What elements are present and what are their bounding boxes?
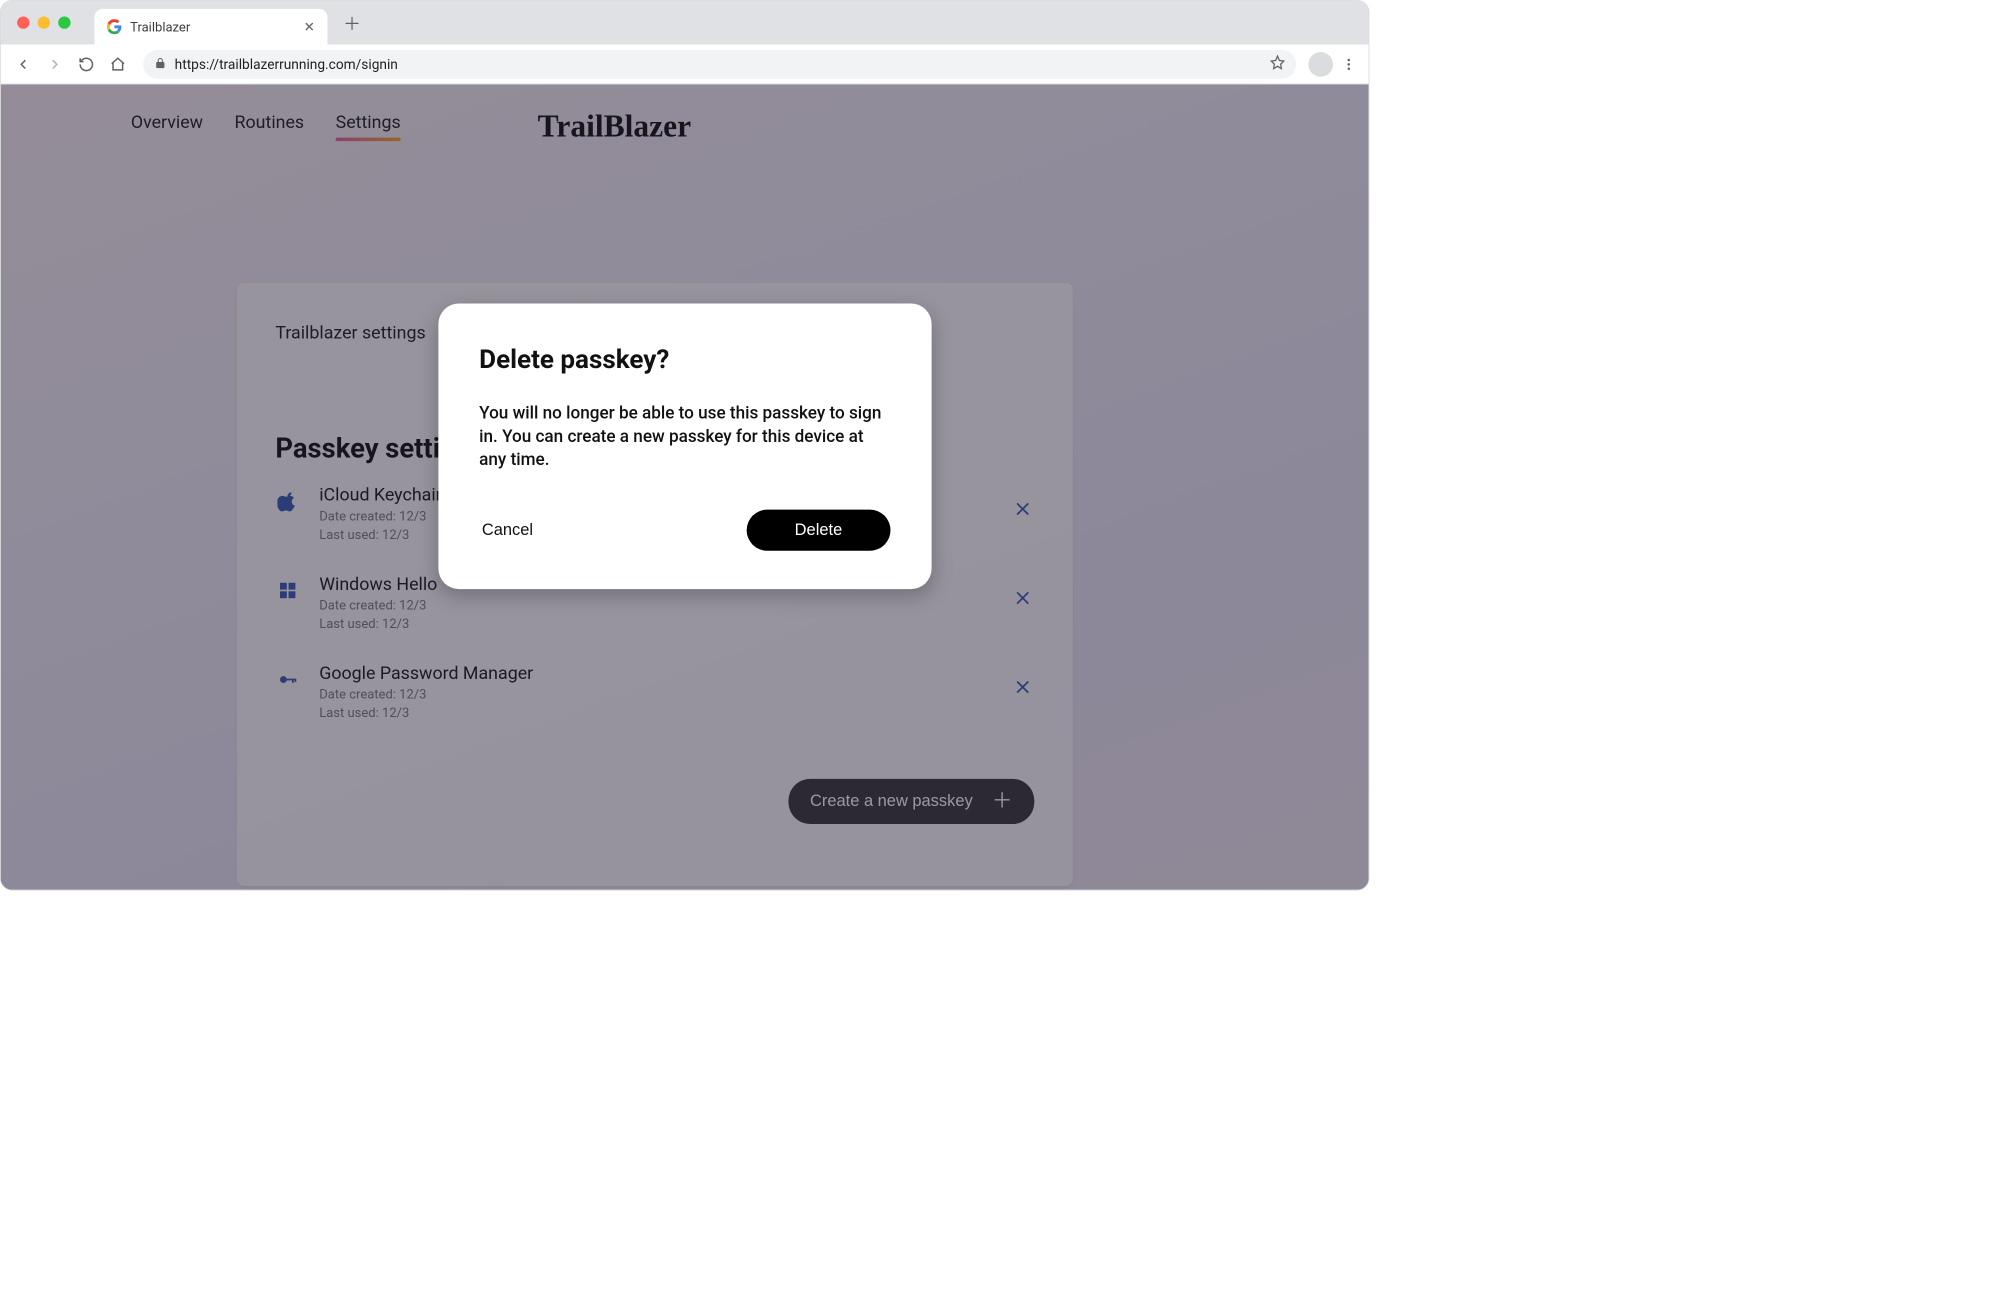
window-controls (17, 16, 70, 28)
browser-window: Trailblazer ✕ ＋ https://trailblazerrunni… (0, 0, 1369, 891)
cancel-button[interactable]: Cancel (479, 514, 536, 547)
fullscreen-window-button[interactable] (58, 16, 70, 28)
profile-avatar[interactable] (1308, 52, 1333, 77)
url-text: https://trailblazerrunning.com/signin (175, 56, 1262, 72)
tab-title: Trailblazer (130, 19, 295, 35)
minimize-window-button[interactable] (38, 16, 50, 28)
lock-icon (154, 56, 166, 72)
modal-actions: Cancel Delete (479, 510, 890, 551)
modal-overlay[interactable]: Delete passkey? You will no longer be ab… (1, 84, 1369, 890)
delete-passkey-modal: Delete passkey? You will no longer be ab… (438, 303, 931, 589)
back-button[interactable] (10, 51, 36, 77)
new-tab-button[interactable]: ＋ (338, 9, 365, 36)
modal-title: Delete passkey? (479, 345, 890, 375)
home-button[interactable] (105, 51, 131, 77)
close-tab-button[interactable]: ✕ (304, 18, 315, 34)
tab-strip: Trailblazer ✕ ＋ (1, 1, 1369, 45)
browser-menu-button[interactable] (1338, 57, 1359, 72)
forward-button[interactable] (42, 51, 68, 77)
modal-body-text: You will no longer be able to use this p… (479, 402, 890, 471)
browser-tab[interactable]: Trailblazer ✕ (95, 9, 328, 45)
browser-toolbar: https://trailblazerrunning.com/signin (1, 45, 1369, 85)
bookmark-star-icon[interactable] (1270, 55, 1285, 73)
confirm-delete-button[interactable]: Delete (747, 510, 890, 551)
page-content: Overview Routines Settings TrailBlazer T… (1, 84, 1369, 890)
google-favicon-icon (107, 19, 122, 34)
address-bar[interactable]: https://trailblazerrunning.com/signin (143, 50, 1296, 79)
reload-button[interactable] (73, 51, 99, 77)
close-window-button[interactable] (17, 16, 29, 28)
